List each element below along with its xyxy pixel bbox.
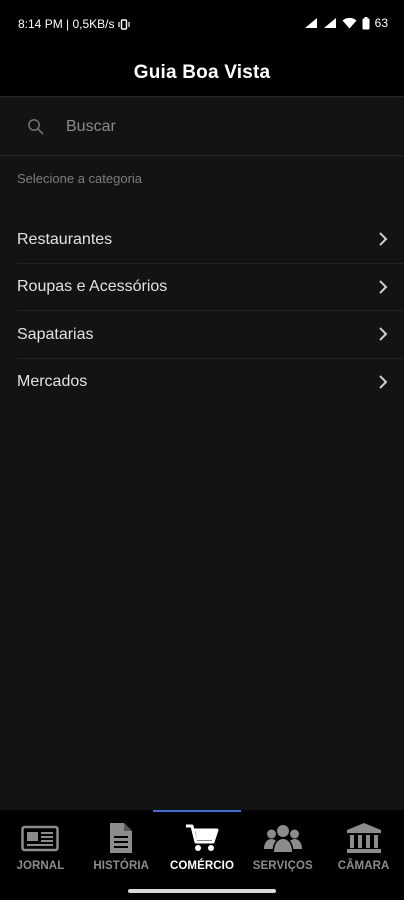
list-item-roupas-acessorios[interactable]: Roupas e Acessórios bbox=[0, 264, 404, 311]
tab-camara[interactable]: CÂMARA bbox=[323, 820, 404, 872]
cart-icon bbox=[185, 820, 219, 856]
tab-label: SERVIÇOS bbox=[252, 860, 313, 872]
battery-icon bbox=[362, 16, 370, 30]
list-item-label: Restaurantes bbox=[17, 230, 113, 248]
document-icon bbox=[108, 820, 134, 856]
status-bar: 8:14 PM | 0,5KB/s 63 bbox=[0, 0, 404, 50]
list-item-label: Sapatarias bbox=[17, 325, 94, 343]
list-item-restaurantes[interactable]: Restaurantes bbox=[0, 216, 404, 264]
page-title: Guia Boa Vista bbox=[133, 62, 271, 83]
tab-label: HISTÓRIA bbox=[93, 860, 150, 872]
category-list: Restaurantes Roupas e Acessórios Sapatar… bbox=[0, 216, 404, 406]
tab-jornal[interactable]: JORNAL bbox=[0, 820, 81, 872]
list-item-mercados[interactable]: Mercados bbox=[0, 359, 404, 407]
search-icon[interactable] bbox=[27, 118, 44, 140]
chevron-right-icon bbox=[378, 231, 388, 252]
tab-servicos[interactable]: SERVIÇOS bbox=[242, 820, 323, 872]
bank-icon bbox=[346, 820, 382, 856]
tab-label: COMÉRCIO bbox=[169, 860, 235, 872]
chevron-right-icon bbox=[378, 326, 388, 347]
wifi-icon bbox=[342, 17, 357, 29]
app-header: Guia Boa Vista bbox=[0, 50, 404, 96]
section-label: Selecione a categoria bbox=[17, 171, 143, 186]
chevron-right-icon bbox=[378, 279, 388, 300]
tab-comercio[interactable]: COMÉRCIO bbox=[162, 820, 243, 872]
search-bar bbox=[0, 98, 404, 156]
list-item-sapatarias[interactable]: Sapatarias bbox=[0, 311, 404, 359]
active-tab-indicator bbox=[153, 810, 241, 812]
home-indicator[interactable] bbox=[128, 889, 276, 893]
users-icon bbox=[263, 820, 302, 856]
chevron-right-icon bbox=[378, 374, 388, 395]
signal-icon-2 bbox=[323, 17, 337, 29]
status-time: 8:14 PM | 0,5KB/s bbox=[18, 17, 115, 31]
tab-label: CÂMARA bbox=[337, 860, 390, 872]
vibrate-icon bbox=[117, 18, 130, 30]
tab-label: JORNAL bbox=[16, 860, 65, 872]
signal-icon bbox=[304, 17, 318, 29]
tab-historia[interactable]: HISTÓRIA bbox=[81, 820, 162, 872]
battery-level: 63 bbox=[374, 16, 388, 30]
bottom-tab-bar: JORNAL HISTÓRIA COMÉRCIO SERVIÇOS CÂMARA bbox=[0, 810, 404, 900]
screen: 8:14 PM | 0,5KB/s 63 Guia Boa Vista Busc… bbox=[0, 0, 404, 900]
list-item-label: Roupas e Acessórios bbox=[17, 278, 168, 296]
newspaper-icon bbox=[21, 820, 60, 856]
list-item-label: Mercados bbox=[17, 373, 88, 391]
search-input[interactable] bbox=[66, 114, 386, 140]
